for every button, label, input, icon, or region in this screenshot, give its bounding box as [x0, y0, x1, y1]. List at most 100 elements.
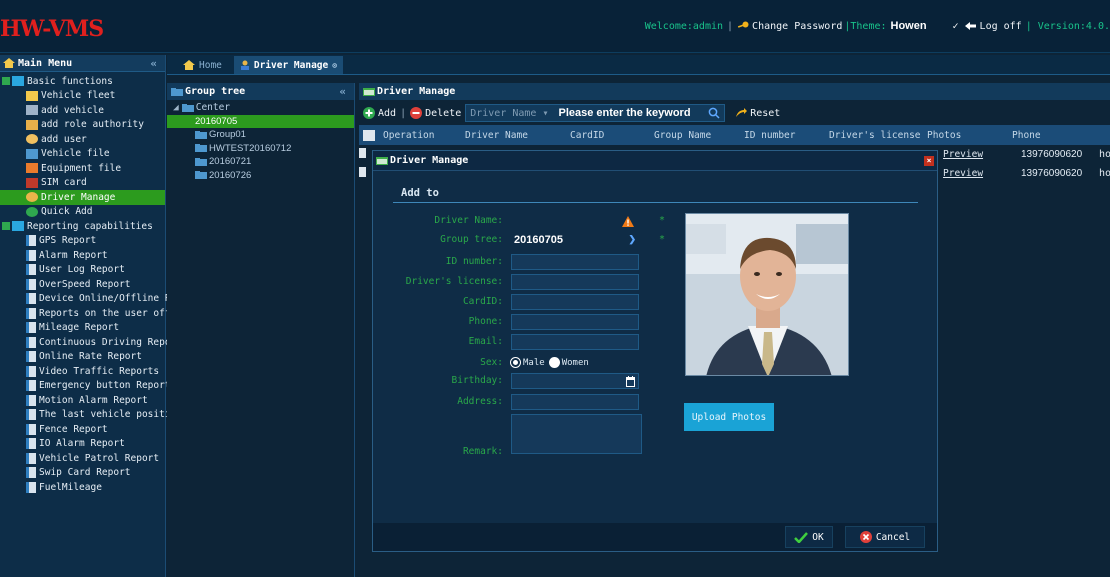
address-field[interactable]: [511, 393, 639, 410]
search-icon[interactable]: [708, 107, 720, 119]
sidebar-item[interactable]: GPS Report: [0, 234, 165, 249]
sidebar-item[interactable]: add user: [0, 132, 165, 147]
phone-field[interactable]: [511, 313, 639, 330]
sidebar-item-label: User Log Report: [39, 264, 125, 276]
row-license: Driver's license:: [373, 273, 703, 290]
role-icon: [26, 119, 38, 130]
group-node[interactable]: Group01: [167, 128, 354, 142]
sidebar-item[interactable]: Alarm Report: [0, 248, 165, 263]
collapse-left-icon[interactable]: «: [150, 57, 157, 70]
group-node[interactable]: HWTEST20160712: [167, 142, 354, 156]
expand-arrow-icon[interactable]: ◢: [173, 102, 179, 113]
sidebar-item[interactable]: Fence Report: [0, 422, 165, 437]
sidebar-item[interactable]: add role authority: [0, 118, 165, 133]
add-button[interactable]: Add: [363, 107, 396, 119]
change-password-link[interactable]: Change Password: [737, 21, 842, 32]
tab-driver-manage[interactable]: Driver Manage ⊗: [233, 56, 344, 74]
preview-link[interactable]: Preview: [943, 149, 983, 160]
search-field-select[interactable]: Driver Name ▾: [470, 108, 548, 119]
report-icon: [26, 394, 36, 406]
sidebar-item[interactable]: add vehicle: [0, 103, 165, 118]
folder-icon: [195, 157, 207, 166]
report-icon: [26, 452, 36, 464]
sidebar-item[interactable]: User Log Report: [0, 263, 165, 278]
sidebar-item[interactable]: Device Online/Offline R: [0, 292, 171, 307]
sidebar-item[interactable]: FuelMileage: [0, 480, 165, 495]
group-tree-header: Group tree «: [167, 83, 354, 100]
tab-home[interactable]: Home: [177, 56, 228, 74]
sidebar-item[interactable]: The last vehicle positi: [0, 408, 171, 423]
id-number-field[interactable]: [511, 253, 639, 270]
sidebar-item[interactable]: Basic functions: [0, 74, 165, 89]
sidebar-item[interactable]: Equipment file: [0, 161, 165, 176]
group-node-root[interactable]: ◢ Center: [167, 101, 354, 115]
sidebar-item[interactable]: Driver Manage: [0, 190, 165, 205]
sidebar-item-label: Mileage Report: [39, 322, 120, 334]
sidebar-item[interactable]: Continuous Driving Repo: [0, 335, 171, 350]
tab-close-icon[interactable]: ⊗: [332, 61, 337, 70]
logoff-arrow-icon: [964, 22, 976, 30]
sidebar-item[interactable]: IO Alarm Report: [0, 437, 165, 452]
driver-manage-header: Driver Manage: [359, 83, 1110, 100]
sidebar-item-label: Emergency button Report: [39, 380, 171, 392]
sidebar-item[interactable]: Quick Add: [0, 205, 165, 220]
license-field[interactable]: [511, 273, 639, 290]
sidebar-item[interactable]: Reporting capabilities: [0, 219, 165, 234]
delete-button[interactable]: Delete: [410, 107, 461, 119]
ok-button[interactable]: OK: [785, 526, 833, 548]
remark-textarea[interactable]: [511, 414, 642, 454]
sidebar-item[interactable]: Mileage Report: [0, 321, 165, 336]
sidebar-item-label: Alarm Report: [39, 249, 108, 261]
sidebar-item[interactable]: Vehicle file: [0, 147, 165, 162]
add-icon: [363, 107, 375, 119]
group-node[interactable]: 20160726: [167, 169, 354, 183]
sidebar-item[interactable]: Swip Card Report: [0, 466, 165, 481]
sidebar-item[interactable]: Emergency button Report: [0, 379, 171, 394]
chevron-down-icon[interactable]: ✓: [953, 21, 959, 32]
email-field[interactable]: [511, 333, 639, 350]
sidebar-item[interactable]: Vehicle Patrol Report: [0, 451, 165, 466]
upload-photos-button[interactable]: Upload Photos: [684, 403, 774, 431]
sidebar-item[interactable]: Motion Alarm Report: [0, 393, 165, 408]
sidebar-item-label: OverSpeed Report: [39, 278, 131, 290]
row-driver-name: Driver Name: *: [373, 212, 703, 229]
label-remark: Remark:: [462, 445, 503, 457]
search-box[interactable]: Driver Name ▾ Please enter the keyword: [465, 104, 726, 122]
calendar-icon[interactable]: [626, 375, 635, 387]
male-radio[interactable]: [511, 358, 520, 367]
expand-toggle-icon[interactable]: [2, 77, 10, 86]
theme-select[interactable]: Howen: [891, 20, 953, 32]
group-node[interactable]: 20160705: [167, 114, 354, 128]
sidebar-item[interactable]: Vehicle fleet: [0, 89, 165, 104]
log-off-link[interactable]: Log off: [964, 21, 1022, 32]
women-radio[interactable]: [549, 358, 559, 367]
group-node-label: 20160721: [209, 156, 252, 168]
main-menu-panel: Main Menu « Basic functions Vehicle fleet…: [0, 55, 171, 577]
row-sex: Sex: Male Women: [373, 354, 703, 371]
close-icon[interactable]: ×: [924, 156, 934, 166]
driver-name-field[interactable]: [511, 212, 639, 229]
group-tree-select[interactable]: 20160705 ❯: [511, 231, 639, 248]
sidebar-item[interactable]: Online Rate Report: [0, 350, 165, 365]
row-checkbox[interactable]: [359, 167, 366, 177]
expand-toggle-icon[interactable]: [2, 222, 10, 231]
collapse-group-icon[interactable]: «: [339, 85, 346, 98]
group-node[interactable]: 20160721: [167, 155, 354, 169]
male-label: Male: [523, 357, 545, 368]
label-driver-name: Driver Name:: [434, 215, 503, 226]
separator: |: [400, 107, 407, 119]
sidebar-item[interactable]: OverSpeed Report: [0, 277, 165, 292]
reset-button[interactable]: Reset: [735, 107, 780, 119]
label-email: Email:: [468, 336, 503, 347]
select-all-checkbox[interactable]: [363, 129, 375, 141]
sidebar-item[interactable]: Video Traffic Reports: [0, 364, 165, 379]
cancel-button[interactable]: Cancel: [845, 526, 925, 548]
row-checkbox[interactable]: [359, 148, 366, 158]
sidebar-item[interactable]: SIM card: [0, 176, 165, 191]
preview-link[interactable]: Preview: [943, 168, 983, 179]
birthday-field[interactable]: [511, 372, 639, 389]
phone-cell: 13976090620: [1021, 168, 1083, 179]
cardid-field[interactable]: [511, 293, 639, 310]
search-input[interactable]: Please enter the keyword: [559, 107, 691, 119]
sidebar-item[interactable]: Reports on the user off: [0, 306, 171, 321]
